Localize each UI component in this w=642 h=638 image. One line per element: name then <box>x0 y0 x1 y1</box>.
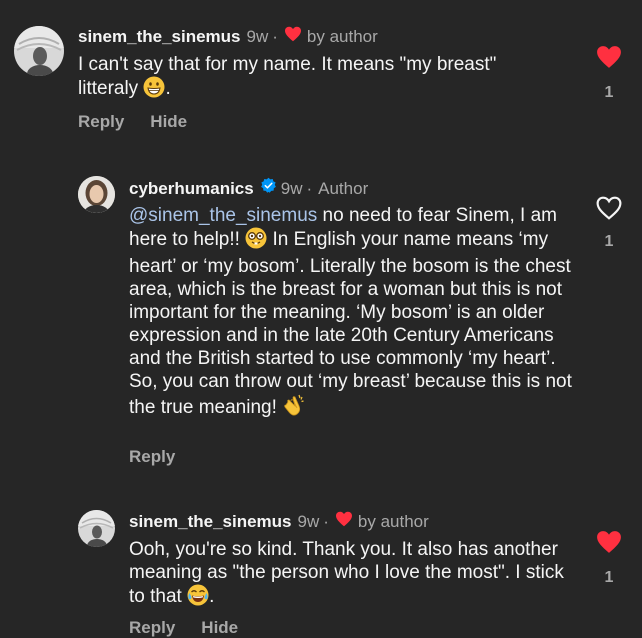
verified-badge-icon <box>260 177 277 200</box>
like-column: 1 <box>589 196 629 251</box>
comment-actions: Reply Hide <box>129 618 238 638</box>
comment-actions: Reply Hide <box>78 112 187 132</box>
comment-text: Ooh, you're so kind. Thank you. It also … <box>129 538 569 612</box>
reply-button[interactable]: Reply <box>129 447 175 467</box>
comment-actions: Reply <box>129 447 175 467</box>
timestamp: 9w <box>297 512 320 531</box>
username[interactable]: sinem_the_sinemus <box>129 511 292 533</box>
reply-button[interactable]: Reply <box>78 112 124 132</box>
comment-end: . <box>209 586 215 607</box>
like-outline-icon[interactable] <box>589 196 629 225</box>
comment-text: @sinem_the_sinemus no need to fear Sinem… <box>129 204 574 423</box>
author-tag: Author <box>318 178 369 198</box>
comment-text: I can't say that for my name. It means "… <box>78 53 558 104</box>
hide-button[interactable]: Hide <box>201 618 238 638</box>
username[interactable]: sinem_the_sinemus <box>78 26 241 48</box>
separator-dot: · <box>306 178 313 198</box>
username[interactable]: cyberhumanics <box>129 178 254 200</box>
avatar-image <box>78 510 115 547</box>
like-filled-icon[interactable] <box>589 45 629 74</box>
author-like-tag: by author <box>306 27 378 46</box>
comment-meta: sinem_the_sinemus 9w · by author <box>78 26 378 48</box>
separator-dot: · <box>323 512 329 531</box>
separator-dot: · <box>272 27 278 46</box>
heart-icon <box>335 511 353 533</box>
heart-icon <box>284 26 302 48</box>
comment-text-part-b: In English your name means ‘my heart’ or… <box>129 229 572 418</box>
timestamp: 9w <box>280 178 303 198</box>
hide-button[interactable]: Hide <box>150 112 187 132</box>
grinning-emoji-icon <box>143 76 165 104</box>
comment-text-content: I can't say that for my name. It means "… <box>78 54 497 99</box>
like-count: 1 <box>604 233 614 250</box>
avatar-image <box>78 176 115 213</box>
avatar-image <box>14 26 64 76</box>
avatar[interactable] <box>14 26 64 76</box>
like-column: 1 <box>589 45 629 102</box>
clapping-hands-emoji-icon <box>282 393 306 423</box>
reply-button[interactable]: Reply <box>129 618 175 638</box>
tears-of-joy-emoji-icon <box>187 584 209 612</box>
avatar[interactable] <box>78 176 115 213</box>
timestamp: 9w <box>246 27 269 46</box>
like-count: 1 <box>604 84 614 101</box>
comment-1: sinem_the_sinemus 9w · by author I can't… <box>0 0 642 150</box>
mention-link[interactable]: @sinem_the_sinemus <box>129 205 317 226</box>
nerd-face-emoji-icon <box>245 227 267 255</box>
comment-meta: sinem_the_sinemus 9w · by author <box>129 511 429 533</box>
author-like-tag: by author <box>357 512 429 531</box>
comment-2: cyberhumanics 9w · Author @sinem_the_sin… <box>0 160 642 480</box>
comment-end: . <box>165 78 171 99</box>
like-filled-icon[interactable] <box>589 530 629 559</box>
avatar[interactable] <box>78 510 115 547</box>
comment-3: sinem_the_sinemus 9w · by author Ooh, yo… <box>0 500 642 637</box>
like-count: 1 <box>604 569 614 586</box>
like-column: 1 <box>589 530 629 587</box>
comment-meta: cyberhumanics 9w · Author <box>129 177 368 200</box>
